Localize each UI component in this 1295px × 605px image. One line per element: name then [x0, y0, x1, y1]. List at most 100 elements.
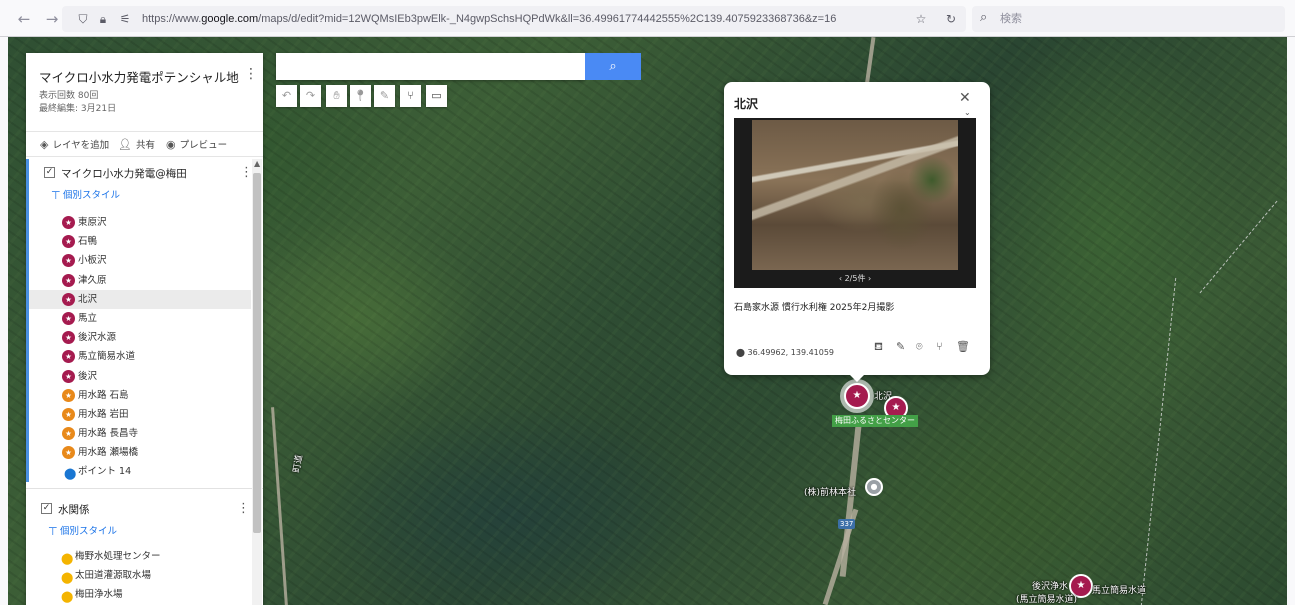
- last-edit: 最終編集: 3月21日: [39, 104, 117, 114]
- share-button[interactable]: 👤︎ 共有: [118, 137, 155, 151]
- close-icon[interactable]: ✕: [959, 90, 971, 106]
- layer-water[interactable]: ✓ 水関係 ⋮ ⊤ 個別スタイル ⬤ 梅野水処理センター ⬤ 太田道灌源取水場 ⬤ 梅田…: [26, 495, 251, 605]
- photo-counter: 2/5件: [844, 274, 866, 283]
- url-prefix: https://www.: [142, 13, 202, 25]
- lock-icon[interactable]: 🔒︎: [94, 9, 112, 29]
- map-options-icon[interactable]: ⋮: [244, 67, 258, 81]
- directions-icon[interactable]: ⑂: [400, 85, 421, 107]
- item-label: 小板沢: [78, 255, 107, 267]
- item-label: 石鴨: [78, 236, 98, 248]
- undo-icon[interactable]: ↶: [276, 85, 297, 107]
- browser-search-box[interactable]: ⌕ 検索: [972, 6, 1285, 32]
- url-path: /maps/d/edit?mid=12WQMsIEb3pwElk-_N4gwpS…: [258, 13, 837, 25]
- map-search-button[interactable]: ⌕: [585, 53, 641, 80]
- search-icon: ⌕: [980, 10, 988, 25]
- list-item[interactable]: ★ 後沢水源: [29, 328, 251, 347]
- back-arrow-icon[interactable]: ←: [14, 9, 34, 29]
- layer-options-icon[interactable]: ⋮: [237, 501, 250, 516]
- layers-list: ✓ マイクロ小水力発電@梅田 ⋮ ⊤ 個別スタイル ★ 東原沢 ★ 石鴨 ★ 小板沢 ★…: [26, 159, 263, 605]
- list-item-selected[interactable]: ★ 北沢: [29, 289, 251, 309]
- item-label: 太田道灌源取水場: [75, 569, 152, 581]
- star-icon[interactable]: ☆: [912, 9, 930, 29]
- list-item[interactable]: ★ 用水路 長昌寺: [29, 424, 251, 443]
- scroll-thumb[interactable]: [253, 173, 261, 533]
- search-placeholder: 検索: [1000, 12, 1022, 25]
- info-title: 北沢: [734, 97, 759, 111]
- style-label: 個別スタイル: [60, 525, 118, 537]
- layer-name[interactable]: マイクロ小水力発電@梅田: [61, 166, 187, 181]
- list-item[interactable]: ★ 用水路 石島: [29, 386, 251, 405]
- individual-style-link[interactable]: ⊤ 個別スタイル: [29, 187, 251, 207]
- ruler-icon[interactable]: ▭: [426, 85, 447, 107]
- list-item[interactable]: ★ 後沢: [29, 367, 251, 386]
- share-label: 共有: [135, 140, 155, 151]
- scroll-up-icon[interactable]: ▲: [254, 159, 260, 168]
- list-item[interactable]: ★ 小板沢: [29, 251, 251, 270]
- star-marker-icon: ★: [62, 254, 75, 268]
- add-marker-icon[interactable]: 📍︎: [350, 85, 371, 107]
- layer-micro-hydro[interactable]: ✓ マイクロ小水力発電@梅田 ⋮ ⊤ 個別スタイル ★ 東原沢 ★ 石鴨 ★ 小板沢 ★…: [26, 159, 253, 482]
- list-item[interactable]: ★ 用水路 岩田: [29, 405, 251, 424]
- forward-arrow-icon[interactable]: →: [42, 9, 62, 29]
- url-text: https://www.google.com/maps/d/edit?mid=1…: [142, 6, 836, 32]
- list-item[interactable]: ★ 石鴨: [29, 232, 251, 251]
- item-label: 用水路 石島: [78, 389, 129, 401]
- item-label: 後沢水源: [78, 332, 117, 344]
- list-item[interactable]: ★ 用水路 瀬場橋: [29, 443, 251, 462]
- shield-icon[interactable]: ⛉: [74, 9, 92, 29]
- eye-icon: ◉: [166, 138, 176, 151]
- company-marker[interactable]: ●: [865, 478, 883, 496]
- list-item[interactable]: ★ 馬立: [29, 309, 251, 328]
- paint-roller-icon: ⊤: [51, 189, 61, 202]
- star-marker-icon: ★: [62, 331, 75, 345]
- item-label: 梅野水処理センター: [75, 550, 161, 562]
- layer-divider: [26, 487, 263, 489]
- list-item[interactable]: ★ 東原沢: [29, 213, 251, 232]
- panel-scrollbar[interactable]: ▲: [252, 159, 262, 605]
- item-label: 津久原: [78, 274, 107, 286]
- pin-icon: ⬤: [61, 551, 74, 565]
- individual-style-link[interactable]: ⊤ 個別スタイル: [26, 523, 251, 543]
- camera-icon[interactable]: ⌾: [916, 340, 923, 354]
- map-search-input[interactable]: [276, 53, 585, 80]
- directions-icon[interactable]: ⑂: [936, 340, 943, 353]
- map-title[interactable]: マイクロ小水力発電ポテンシャル地…: [39, 67, 239, 86]
- info-pointer: [849, 374, 865, 382]
- photo-viewer[interactable]: ‹ 2/5件 ›: [734, 118, 976, 288]
- layer-name[interactable]: 水関係: [58, 502, 90, 517]
- pin-icon: ⬤: [61, 570, 74, 584]
- list-item[interactable]: ⬤ ポイント 14: [29, 462, 251, 481]
- marker-kitazawa-selected[interactable]: ★: [844, 383, 870, 409]
- permissions-icon[interactable]: ⚟: [116, 9, 134, 29]
- paint-bucket-icon[interactable]: ⛾: [874, 340, 883, 355]
- star-marker-icon: ★: [62, 407, 75, 421]
- list-item[interactable]: ⬤ 梅野水処理センター: [26, 547, 251, 566]
- photo-image: [752, 120, 958, 270]
- add-layer-button[interactable]: ◈ レイヤを追加: [40, 137, 109, 151]
- facility-label: 梅田ふるさとセンター: [832, 415, 918, 427]
- redo-icon[interactable]: ↷: [300, 85, 321, 107]
- preview-button[interactable]: ◉ プレビュー: [166, 137, 227, 151]
- reload-icon[interactable]: ↻: [942, 9, 960, 29]
- add-person-icon: 👤︎: [118, 138, 132, 151]
- panel-toolbar: ◈ レイヤを追加 👤︎ 共有 ◉ プレビュー: [26, 131, 263, 157]
- panel-header: マイクロ小水力発電ポテンシャル地… ⋮ 表示回数 80回 最終編集: 3月21日: [26, 53, 263, 128]
- layer-checkbox[interactable]: ✓: [44, 167, 55, 178]
- edit-icon[interactable]: ✎: [896, 340, 905, 353]
- add-layer-label: レイヤを追加: [52, 140, 110, 151]
- list-item[interactable]: ⬤ 太田道灌源取水場: [26, 566, 251, 585]
- star-marker-icon: ★: [62, 216, 75, 229]
- chevron-left-icon[interactable]: ‹: [839, 274, 842, 283]
- item-label: 用水路 瀬場橋: [78, 447, 139, 459]
- item-label: ポイント 14: [78, 466, 132, 478]
- layer-checkbox[interactable]: ✓: [41, 502, 52, 514]
- hand-icon[interactable]: ✋︎: [326, 85, 347, 107]
- url-bar[interactable]: ⛉ 🔒︎ ⚟ https://www.google.com/maps/d/edi…: [62, 6, 966, 32]
- draw-line-icon[interactable]: ✎: [374, 85, 395, 107]
- delete-icon[interactable]: 🗑︎: [956, 340, 970, 353]
- list-item[interactable]: ★ 馬立簡易水道: [29, 347, 251, 366]
- list-item[interactable]: ⬤ 梅田浄水場: [26, 585, 251, 604]
- chevron-down-icon[interactable]: ⌄: [964, 108, 971, 117]
- chevron-right-icon[interactable]: ›: [868, 274, 871, 283]
- list-item[interactable]: ★ 津久原: [29, 271, 251, 290]
